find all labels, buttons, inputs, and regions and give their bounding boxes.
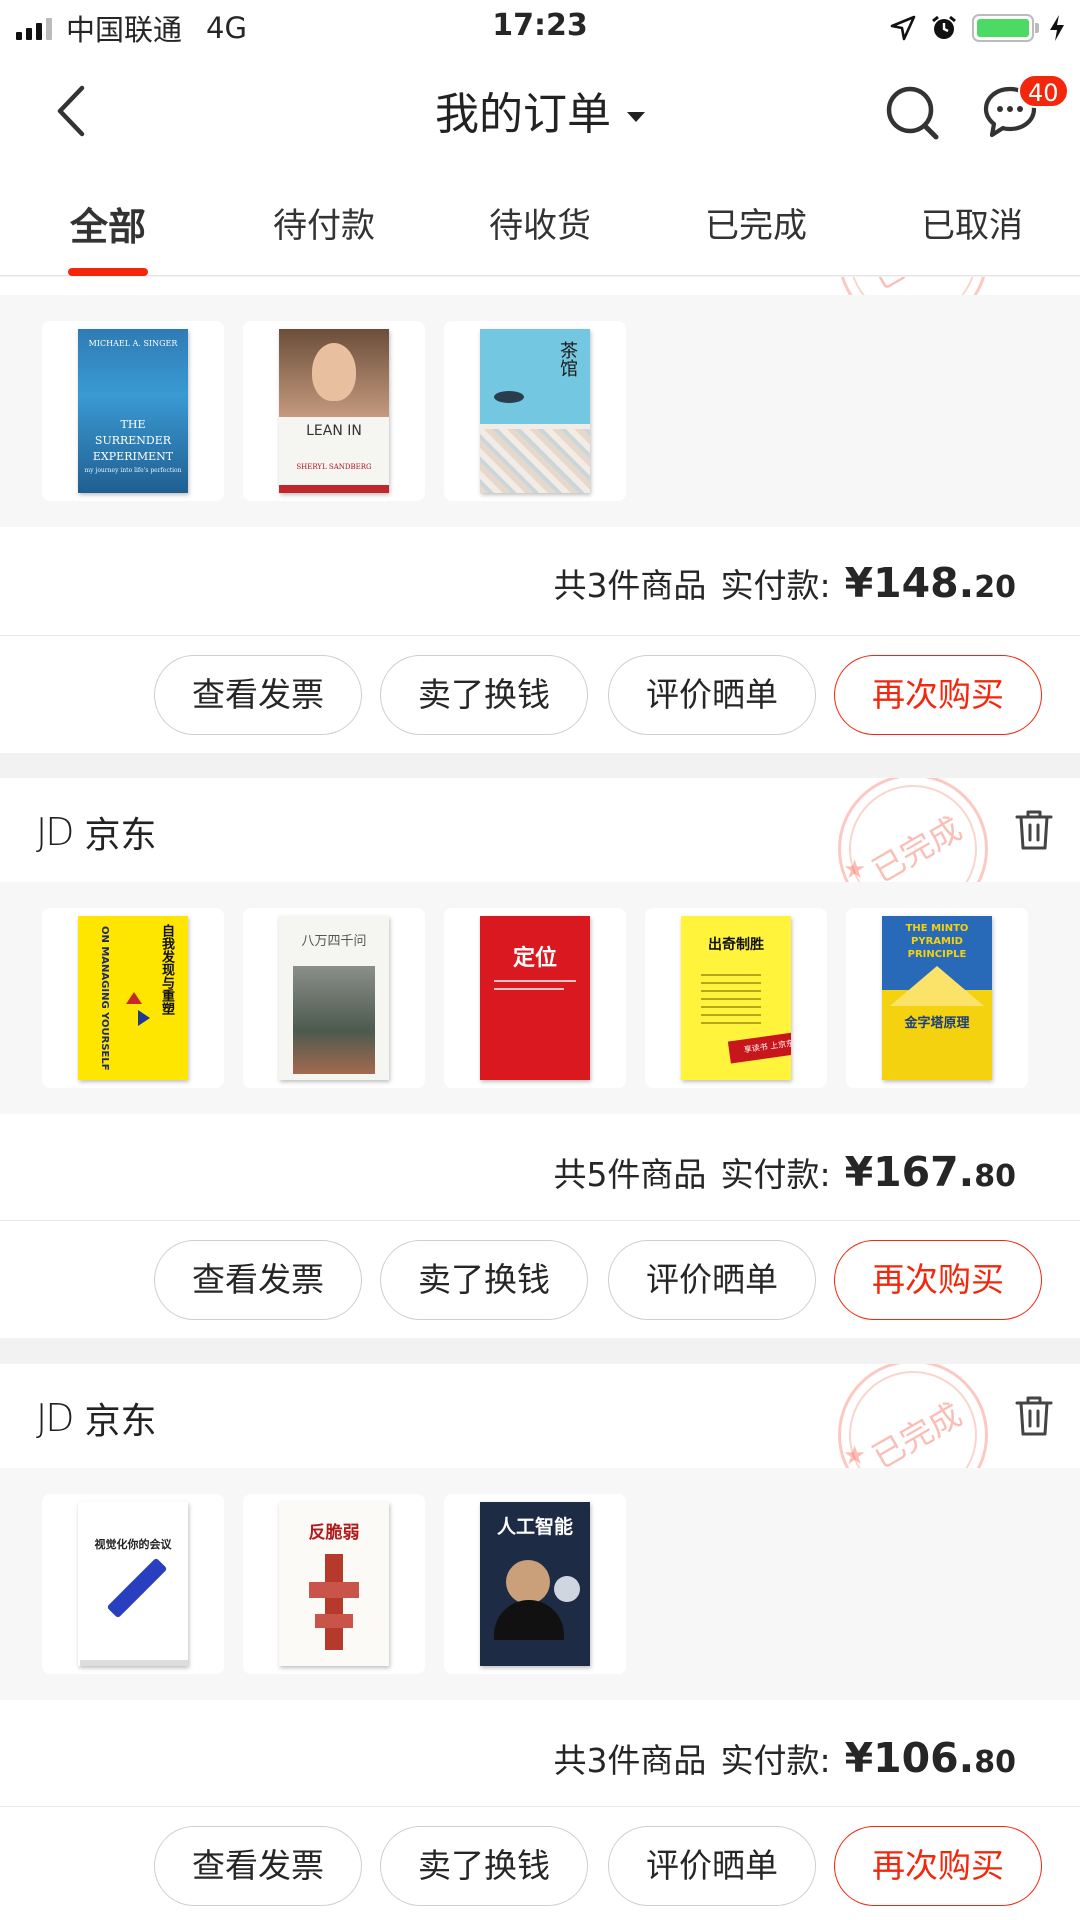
goods-strip[interactable]: ON MANAGING YOURSELF 自我发现与重塑 八万四千问 定位 出奇…	[0, 882, 1080, 1114]
book-cover: 反脆弱	[279, 1502, 389, 1666]
item-count: 共3件商品	[553, 566, 707, 605]
product-thumbnail[interactable]: LEAN IN SHERYL SANDBERG	[243, 321, 425, 501]
book-cover: 人工智能	[480, 1502, 590, 1666]
book-cover: 定位	[480, 916, 590, 1080]
search-icon[interactable]	[884, 84, 940, 140]
product-thumbnail[interactable]: MICHAEL A. SINGER THE SURRENDER EXPERIME…	[42, 321, 224, 501]
tab-cancelled[interactable]: 已取消	[882, 198, 1062, 247]
buy-again-button[interactable]: 再次购买	[834, 655, 1042, 735]
location-arrow-icon	[890, 15, 916, 41]
paid-label: 实付款:	[720, 1155, 831, 1194]
nav-bar: 我的订单 40	[0, 54, 1080, 164]
order-card[interactable]: JD 京东 已完成 ★ ON MANAGING YOURSELF 自我发现与重塑 …	[0, 778, 1080, 1338]
jd-logo-icon: JD	[36, 810, 74, 854]
order-summary: 共5件商品 实付款: ¥167.80	[553, 1148, 1016, 1196]
sell-for-cash-button[interactable]: 卖了换钱	[380, 655, 588, 735]
review-button[interactable]: 评价晒单	[608, 1240, 816, 1320]
trash-icon[interactable]	[1014, 808, 1054, 852]
divider	[0, 1220, 1080, 1221]
tab-completed[interactable]: 已完成	[666, 198, 846, 247]
goods-strip[interactable]: MICHAEL A. SINGER THE SURRENDER EXPERIME…	[0, 295, 1080, 527]
order-header: JD 京东 已完成 ★	[0, 778, 1080, 924]
item-count: 共3件商品	[553, 1741, 707, 1780]
product-thumbnail[interactable]: 人工智能	[444, 1494, 626, 1674]
product-thumbnail[interactable]: 定位	[444, 908, 626, 1088]
item-count: 共5件商品	[553, 1155, 707, 1194]
store-name[interactable]: JD 京东	[36, 1392, 156, 1444]
goods-strip[interactable]: 视觉化你的会议 反脆弱 人工智能	[0, 1468, 1080, 1700]
review-button[interactable]: 评价晒单	[608, 1826, 816, 1906]
store-label: 京东	[84, 815, 157, 856]
book-cover: 茶馆	[480, 329, 590, 493]
order-summary: 共3件商品 实付款: ¥148.20	[553, 559, 1016, 607]
product-thumbnail[interactable]: 反脆弱	[243, 1494, 425, 1674]
order-card[interactable]: JD 京东 已完成 ★ 视觉化你的会议 反脆弱 人工智能 共3件商品 实付款: …	[0, 1364, 1080, 1920]
page-title-label: 我的订单	[435, 89, 611, 140]
order-summary: 共3件商品 实付款: ¥106.80	[553, 1734, 1016, 1782]
book-cover: MICHAEL A. SINGER THE SURRENDER EXPERIME…	[78, 329, 188, 493]
status-bar: 中国联通 4G 17:23	[0, 0, 1080, 54]
book-cover: 八万四千问	[279, 916, 389, 1080]
tab-pending-payment[interactable]: 待付款	[234, 198, 414, 247]
message-count-badge: 40	[1018, 74, 1069, 108]
book-cover: 视觉化你的会议	[78, 1502, 188, 1666]
sell-for-cash-button[interactable]: 卖了换钱	[380, 1240, 588, 1320]
product-thumbnail[interactable]: 茶馆	[444, 321, 626, 501]
book-cover: 出奇制胜 享读书 上京东	[681, 916, 791, 1080]
store-label: 京东	[84, 1401, 157, 1442]
sell-for-cash-button[interactable]: 卖了换钱	[380, 1826, 588, 1906]
paid-amount: ¥106.80	[844, 1734, 1016, 1782]
active-tab-indicator	[68, 268, 148, 276]
product-thumbnail[interactable]: THE MINTO PYRAMID PRINCIPLE 金字塔原理	[846, 908, 1028, 1088]
alarm-clock-icon	[932, 15, 956, 39]
charging-bolt-icon	[1050, 15, 1064, 41]
chevron-down-icon	[627, 112, 645, 122]
product-thumbnail[interactable]: 视觉化你的会议	[42, 1494, 224, 1674]
store-name[interactable]: JD 京东	[36, 806, 156, 858]
tab-all[interactable]: 全部	[18, 196, 198, 251]
trash-icon[interactable]	[1014, 1394, 1054, 1438]
buy-again-button[interactable]: 再次购买	[834, 1240, 1042, 1320]
order-tabs: 全部 待付款 待收货 已完成 已取消	[0, 164, 1080, 276]
tab-pending-receipt[interactable]: 待收货	[450, 198, 630, 247]
product-thumbnail[interactable]: 出奇制胜 享读书 上京东	[645, 908, 827, 1088]
product-thumbnail[interactable]: ON MANAGING YOURSELF 自我发现与重塑	[42, 908, 224, 1088]
jd-logo-icon: JD	[36, 1396, 74, 1440]
order-header: JD 京东 已完成 ★	[0, 1364, 1080, 1510]
view-invoice-button[interactable]: 查看发票	[154, 1826, 362, 1906]
divider	[0, 635, 1080, 636]
book-cover: THE MINTO PYRAMID PRINCIPLE 金字塔原理	[882, 916, 992, 1080]
paid-label: 实付款:	[720, 566, 831, 605]
product-thumbnail[interactable]: 八万四千问	[243, 908, 425, 1088]
book-cover: LEAN IN SHERYL SANDBERG	[279, 329, 389, 493]
paid-label: 实付款:	[720, 1741, 831, 1780]
order-card[interactable]: 已完成 MICHAEL A. SINGER THE SURRENDER EXPE…	[0, 277, 1080, 753]
paid-amount: ¥148.20	[844, 559, 1016, 607]
book-cover: ON MANAGING YOURSELF 自我发现与重塑	[78, 916, 188, 1080]
battery-icon	[972, 14, 1039, 42]
view-invoice-button[interactable]: 查看发票	[154, 655, 362, 735]
paid-amount: ¥167.80	[844, 1148, 1016, 1196]
buy-again-button[interactable]: 再次购买	[834, 1826, 1042, 1906]
divider	[0, 1806, 1080, 1807]
review-button[interactable]: 评价晒单	[608, 655, 816, 735]
view-invoice-button[interactable]: 查看发票	[154, 1240, 362, 1320]
status-right	[890, 9, 1066, 47]
